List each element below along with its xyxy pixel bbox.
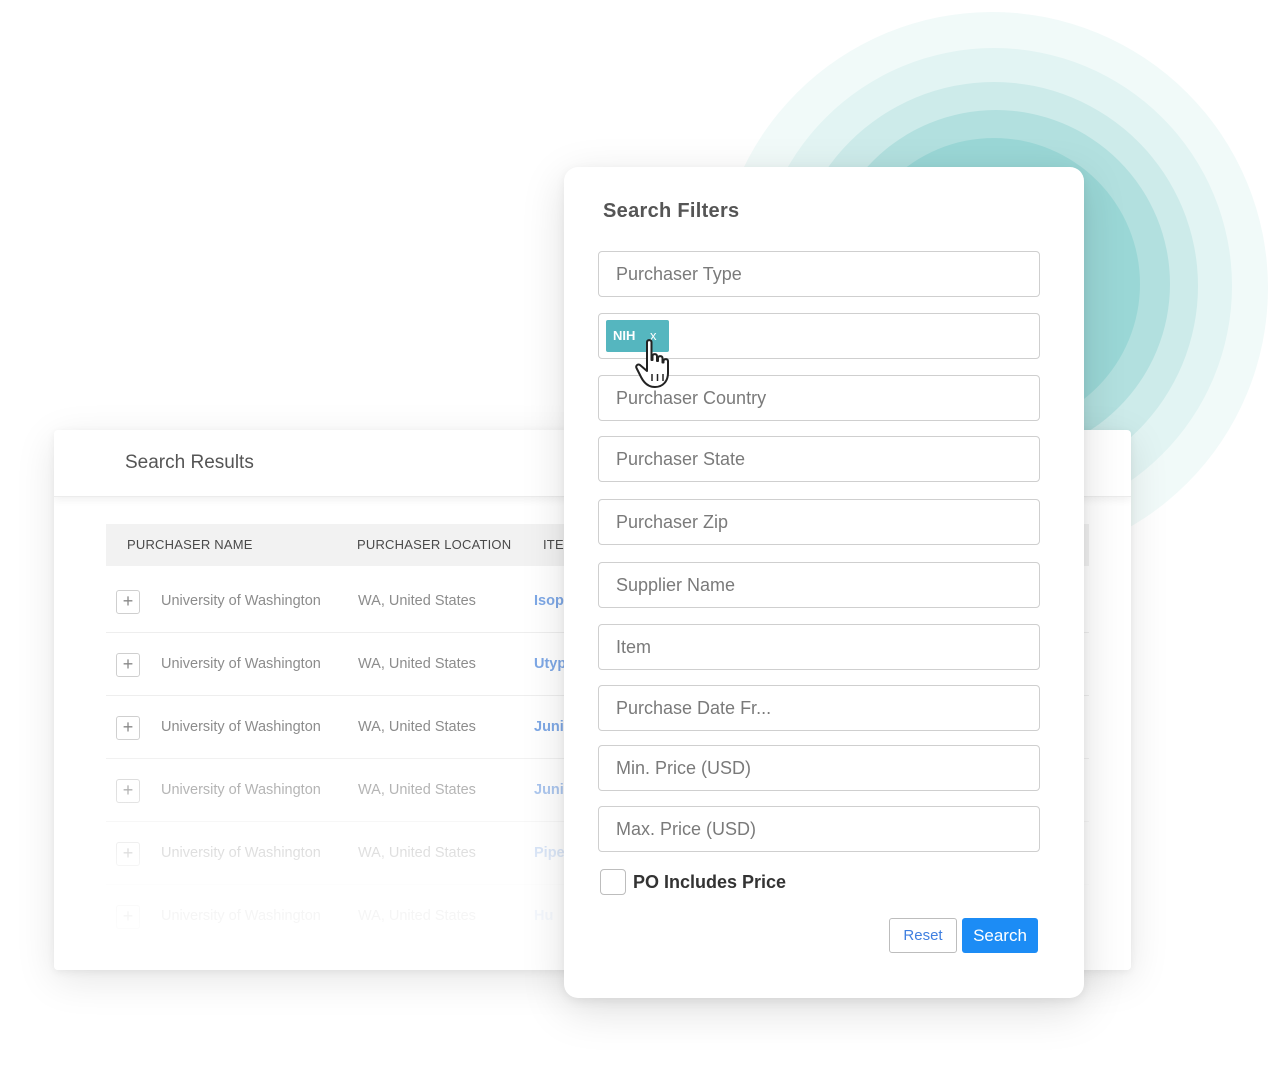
item-link[interactable]: Juni (534, 696, 564, 758)
max-price-input[interactable] (598, 806, 1040, 852)
min-price-input[interactable] (598, 745, 1040, 791)
expand-row-button[interactable]: + (116, 842, 140, 866)
column-header-purchaser-name[interactable]: PURCHASER NAME (127, 524, 253, 566)
column-header-item[interactable]: ITE (543, 524, 564, 566)
purchaser-location-cell: WA, United States (358, 656, 476, 672)
item-link[interactable]: Hu (534, 885, 553, 947)
purchaser-name-cell: University of Washington (161, 593, 321, 609)
purchaser-name-cell: University of Washington (161, 656, 321, 672)
purchaser-name-cell: University of Washington (161, 845, 321, 861)
purchaser-location-cell: WA, United States (358, 782, 476, 798)
item-link[interactable]: Pipe (534, 822, 565, 884)
purchaser-zip-input[interactable] (598, 499, 1040, 545)
search-button[interactable]: Search (962, 918, 1038, 953)
item-link[interactable]: Utyp (534, 633, 566, 695)
column-header-purchaser-location[interactable]: PURCHASER LOCATION (357, 524, 511, 566)
tag-label: NIH (613, 328, 636, 343)
purchaser-location-cell: WA, United States (358, 845, 476, 861)
purchaser-location-cell: WA, United States (358, 719, 476, 735)
expand-row-button[interactable]: + (116, 779, 140, 803)
purchaser-location-cell: WA, United States (358, 908, 476, 924)
purchase-date-from-input[interactable] (598, 685, 1040, 731)
hand-pointer-cursor-icon (635, 339, 669, 388)
results-title: Search Results (125, 452, 254, 473)
purchaser-location-cell: WA, United States (358, 593, 476, 609)
po-includes-price-checkbox[interactable] (600, 869, 626, 895)
expand-row-button[interactable]: + (116, 590, 140, 614)
expand-row-button[interactable]: + (116, 716, 140, 740)
item-link[interactable]: Isop (534, 570, 564, 632)
item-link[interactable]: Juni (534, 759, 564, 821)
purchaser-type-input[interactable] (598, 251, 1040, 297)
reset-button[interactable]: Reset (889, 918, 957, 953)
purchaser-name-cell: University of Washington (161, 782, 321, 798)
purchaser-name-cell: University of Washington (161, 719, 321, 735)
expand-row-button[interactable]: + (116, 905, 140, 929)
filters-title: Search Filters (603, 200, 740, 222)
item-input[interactable] (598, 624, 1040, 670)
purchaser-state-input[interactable] (598, 436, 1040, 482)
expand-row-button[interactable]: + (116, 653, 140, 677)
supplier-name-input[interactable] (598, 562, 1040, 608)
search-filters-panel: Search Filters NIH x PO Includes Price R… (564, 167, 1084, 998)
po-includes-price-label[interactable]: PO Includes Price (633, 872, 786, 893)
purchaser-name-cell: University of Washington (161, 908, 321, 924)
